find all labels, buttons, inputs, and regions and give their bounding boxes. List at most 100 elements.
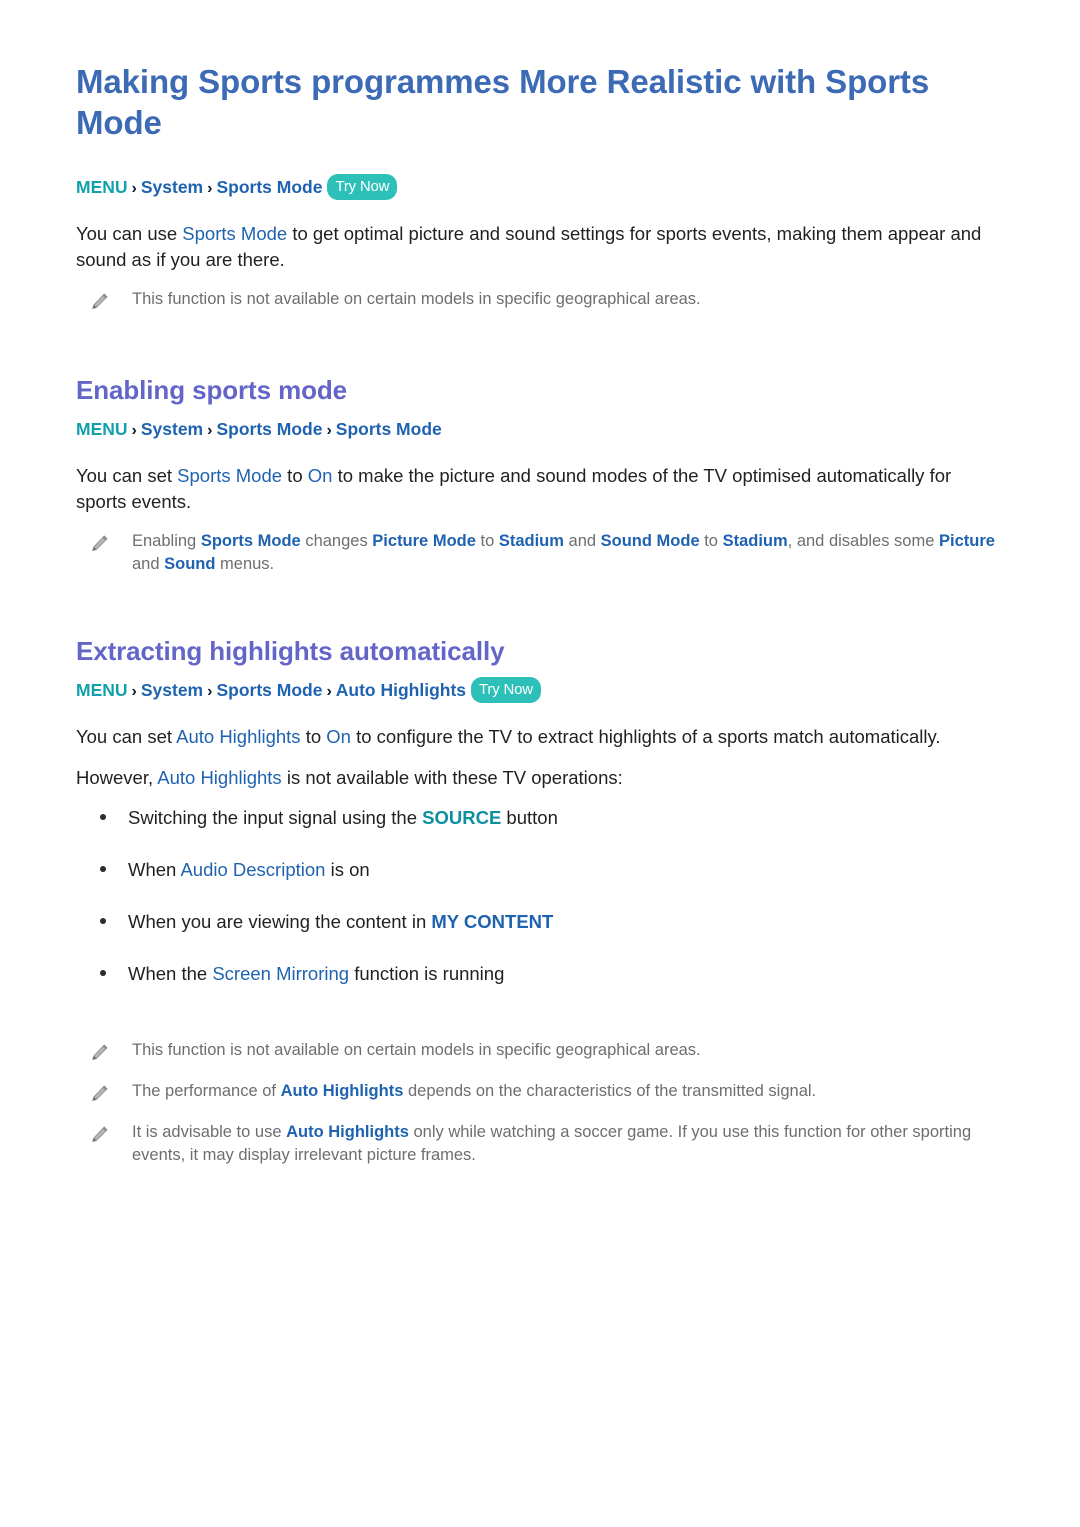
text-fragment: When the (128, 963, 213, 985)
breadcrumb-item-system[interactable]: System (141, 177, 203, 197)
note-row: This function is not available on certai… (76, 288, 1020, 313)
pencil-icon (88, 1124, 110, 1146)
chevron-right-icon: › (131, 421, 137, 439)
keyword-sound: Sound (164, 555, 216, 574)
text-fragment: The performance of (132, 1081, 281, 1100)
text-fragment: depends on the characteristics of the tr… (403, 1081, 817, 1100)
note-row: Enabling Sports Mode changes Picture Mod… (76, 530, 1020, 577)
note-row: This function is not available on certai… (76, 1039, 1020, 1064)
keyword-auto-highlights: Auto Highlights (280, 1081, 404, 1100)
pencil-icon (88, 1042, 110, 1064)
list-item: When you are viewing the content in MY C… (76, 909, 1020, 935)
keyword-picture-mode: Picture Mode (372, 531, 476, 550)
text-fragment: is on (325, 859, 370, 881)
text-fragment: menus. (215, 555, 275, 574)
note-text: It is advisable to use Auto Highlights o… (132, 1121, 1020, 1168)
page-title: Making Sports programmes More Realistic … (76, 63, 930, 141)
keyword-auto-highlights: Auto Highlights (176, 726, 301, 748)
text-fragment: You can use (76, 222, 183, 244)
bullet-list-lead-in: However, Auto Highlights is not availabl… (76, 765, 991, 791)
breadcrumb-item-auto-highlights[interactable]: Auto Highlights (336, 680, 466, 700)
text-fragment: and (132, 555, 165, 574)
text-fragment: When you are viewing the content in (128, 911, 432, 933)
text-fragment: When (128, 859, 181, 881)
text-fragment: to (699, 531, 723, 550)
text-fragment: button (501, 807, 558, 829)
breadcrumb-item-sports-mode-sub[interactable]: Sports Mode (336, 419, 442, 439)
text-fragment: to (300, 726, 327, 748)
keyword-on: On (326, 726, 351, 748)
text-fragment: , and disables some (787, 531, 939, 550)
breadcrumb-top: MENU › System › Sports Mode Try Now (76, 173, 1020, 201)
bullet-icon (100, 814, 106, 821)
breadcrumb-item-sports-mode[interactable]: Sports Mode (216, 419, 322, 439)
text-fragment: to (475, 531, 499, 550)
breadcrumb-item-system[interactable]: System (141, 419, 203, 439)
intro-paragraph: You can use Sports Mode to get optimal p… (76, 221, 991, 274)
document-page: Making Sports programmes More Realistic … (0, 0, 1080, 1527)
list-item: When the Screen Mirroring function is ru… (76, 961, 1020, 987)
pencil-icon (88, 1083, 110, 1105)
bullet-icon (100, 866, 106, 873)
keyword-screen-mirroring: Screen Mirroring (212, 963, 350, 985)
breadcrumb-menu-label[interactable]: MENU (76, 177, 128, 197)
chevron-right-icon: › (207, 683, 213, 701)
breadcrumb-item-system[interactable]: System (141, 680, 203, 700)
chevron-right-icon: › (326, 683, 332, 701)
keyword-audio-description: Audio Description (180, 859, 326, 881)
breadcrumb-item-sports-mode[interactable]: Sports Mode (216, 680, 322, 700)
text-fragment: function is running (349, 963, 505, 985)
breadcrumb-extracting: MENU › System › Sports Mode › Auto Highlights T… (76, 677, 1020, 704)
bullet-icon (100, 970, 106, 977)
text-fragment: to configure the TV to extract highlight… (350, 726, 941, 748)
bullet-icon (100, 918, 106, 925)
keyword-picture: Picture (939, 531, 995, 550)
note-text: This function is not available on certai… (132, 289, 701, 308)
try-now-badge[interactable]: Try Now (471, 677, 541, 704)
note-row: It is advisable to use Auto Highlights o… (76, 1121, 1020, 1168)
enabling-paragraph: You can set Sports Mode to On to make th… (76, 463, 991, 516)
keyword-sports-mode: Sports Mode (177, 464, 283, 486)
text-fragment: It is advisable to use (132, 1122, 287, 1141)
keyword-on: On (307, 464, 333, 486)
text-fragment: is not available with these TV operation… (281, 766, 623, 788)
list-item: Switching the input signal using the SOU… (76, 805, 1020, 831)
keyword-source: SOURCE (422, 807, 502, 829)
try-now-badge[interactable]: Try Now (327, 173, 398, 200)
keyword-auto-highlights: Auto Highlights (157, 766, 282, 788)
text-fragment: changes (300, 531, 373, 550)
text-fragment: Enabling (132, 531, 201, 550)
note-text: Enabling Sports Mode changes Picture Mod… (132, 530, 1020, 577)
keyword-stadium: Stadium (722, 531, 788, 550)
keyword-auto-highlights: Auto Highlights (286, 1122, 409, 1141)
chevron-right-icon: › (326, 421, 332, 439)
note-row: The performance of Auto Highlights depen… (76, 1080, 1020, 1105)
text-fragment: However, (76, 766, 158, 788)
keyword-sports-mode: Sports Mode (182, 222, 288, 244)
text-fragment: Switching the input signal using the (128, 807, 423, 829)
breadcrumb-menu-label[interactable]: MENU (76, 680, 128, 700)
text-fragment: You can set (76, 726, 177, 748)
chevron-right-icon: › (131, 179, 137, 197)
pencil-icon (88, 533, 110, 555)
text-fragment: to (282, 464, 308, 486)
keyword-stadium: Stadium (498, 531, 564, 550)
list-item: When Audio Description is on (76, 857, 1020, 883)
chevron-right-icon: › (131, 683, 137, 701)
breadcrumb-menu-label[interactable]: MENU (76, 419, 128, 439)
breadcrumb-enabling: MENU › System › Sports Mode › Sports Mode (76, 416, 1020, 443)
text-fragment: You can set (76, 464, 178, 486)
note-text: The performance of Auto Highlights depen… (132, 1080, 816, 1103)
tv-operations-list: Switching the input signal using the SOU… (76, 805, 1020, 987)
section-heading-extracting-highlights: Extracting highlights automatically (76, 636, 505, 667)
pencil-icon (88, 291, 110, 313)
breadcrumb-item-sports-mode[interactable]: Sports Mode (216, 177, 322, 197)
section-heading-enabling-sports-mode: Enabling sports mode (76, 374, 348, 405)
keyword-sound-mode: Sound Mode (600, 531, 700, 550)
keyword-sports-mode: Sports Mode (200, 531, 301, 550)
note-text: This function is not available on certai… (132, 1040, 701, 1059)
chevron-right-icon: › (207, 179, 213, 197)
keyword-my-content: MY CONTENT (431, 911, 554, 933)
chevron-right-icon: › (207, 421, 213, 439)
